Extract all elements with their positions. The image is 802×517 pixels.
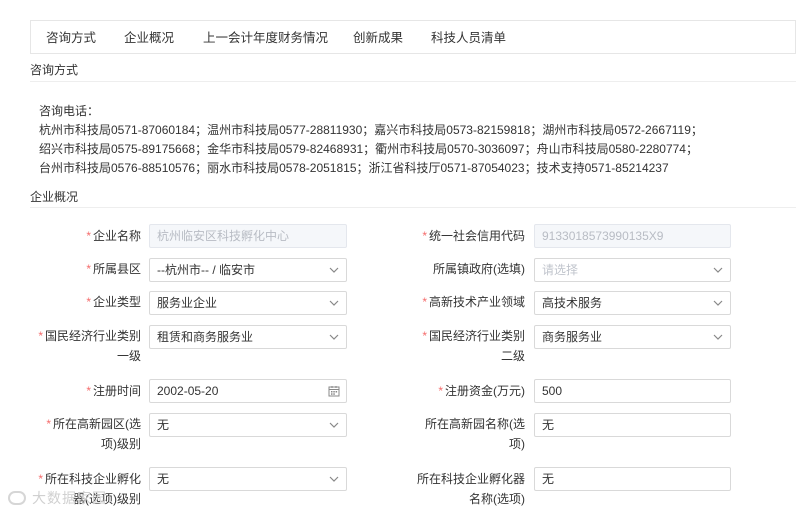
chevron-down-icon [329, 422, 339, 428]
industry-l1-label: * 国民经济行业类别 一级 [38, 329, 141, 363]
divider [30, 81, 796, 82]
tab-bar: 咨询方式 企业概况 上一会计年度财务情况 创新成果 科技人员清单 [30, 20, 796, 54]
hightech-field-label: * 高新技术产业领域 [422, 295, 525, 309]
industry-l2-select[interactable]: 商务服务业 [534, 325, 731, 349]
park-name-label: 所在高新园名称(选 项) [425, 417, 525, 451]
chevron-down-icon [329, 476, 339, 482]
incubator-name-input[interactable]: 无 [534, 467, 731, 491]
chevron-down-icon [329, 300, 339, 306]
contact-heading: 咨询电话： [39, 104, 100, 118]
tab-finance[interactable]: 上一会计年度财务情况 [203, 21, 328, 55]
reg-capital-label: * 注册资金(万元) [438, 384, 525, 398]
contact-line: 杭州市科技局0571-87060184；温州市科技局0577-28811930；… [39, 123, 703, 137]
chevron-down-icon [713, 267, 723, 273]
county-select[interactable]: --杭州市-- / 临安市 [149, 258, 347, 282]
industry-l2-label: * 国民经济行业类别 二级 [422, 329, 525, 363]
company-type-label: * 企业类型 [86, 295, 141, 309]
credit-code-label: * 统一社会信用代码 [422, 229, 525, 243]
tab-contact[interactable]: 咨询方式 [46, 21, 96, 55]
credit-code-field[interactable]: 9133018573990135X9 [534, 224, 731, 248]
company-name-label: * 企业名称 [86, 229, 141, 243]
tab-profile[interactable]: 企业概况 [124, 21, 174, 55]
incubator-level-select[interactable]: 无 [149, 467, 347, 491]
park-level-select[interactable]: 无 [149, 413, 347, 437]
chevron-down-icon [713, 334, 723, 340]
section-title-contact: 咨询方式 [30, 63, 79, 77]
contact-line: 台州市科技局0576-88510576；丽水市科技局0578-2051815；浙… [39, 161, 669, 175]
logo-icon [8, 491, 26, 505]
town-gov-label: 所属镇政府(选填) [433, 262, 525, 276]
contact-info: 咨询电话： 杭州市科技局0571-87060184；温州市科技局0577-288… [39, 102, 799, 178]
town-gov-select[interactable]: 请选择 [534, 258, 731, 282]
industry-l1-select[interactable]: 租赁和商务服务业 [149, 325, 347, 349]
park-level-label: * 所在高新园区(选 项)级别 [46, 417, 141, 451]
chevron-down-icon [329, 334, 339, 340]
tab-innovation[interactable]: 创新成果 [353, 21, 403, 55]
reg-date-input[interactable]: 2002-05-20 [149, 379, 347, 403]
watermark: 大数据家园 [8, 488, 107, 508]
divider [30, 207, 796, 208]
chevron-down-icon [329, 267, 339, 273]
county-label: * 所属县区 [86, 262, 141, 276]
tab-staff[interactable]: 科技人员清单 [431, 21, 506, 55]
company-name-field[interactable]: 杭州临安区科技孵化中心 [149, 224, 347, 248]
contact-line: 绍兴市科技局0575-89175668；金华市科技局0579-82468931；… [39, 142, 698, 156]
chevron-down-icon [713, 300, 723, 306]
company-type-select[interactable]: 服务业企业 [149, 291, 347, 315]
reg-capital-input[interactable]: 500 [534, 379, 731, 403]
section-title-profile: 企业概况 [30, 190, 79, 204]
reg-date-label: * 注册时间 [86, 384, 141, 398]
park-name-input[interactable]: 无 [534, 413, 731, 437]
incubator-name-label: 所在科技企业孵化器 名称(选项) [416, 472, 525, 506]
calendar-icon [328, 386, 340, 397]
hightech-field-select[interactable]: 高技术服务 [534, 291, 731, 315]
